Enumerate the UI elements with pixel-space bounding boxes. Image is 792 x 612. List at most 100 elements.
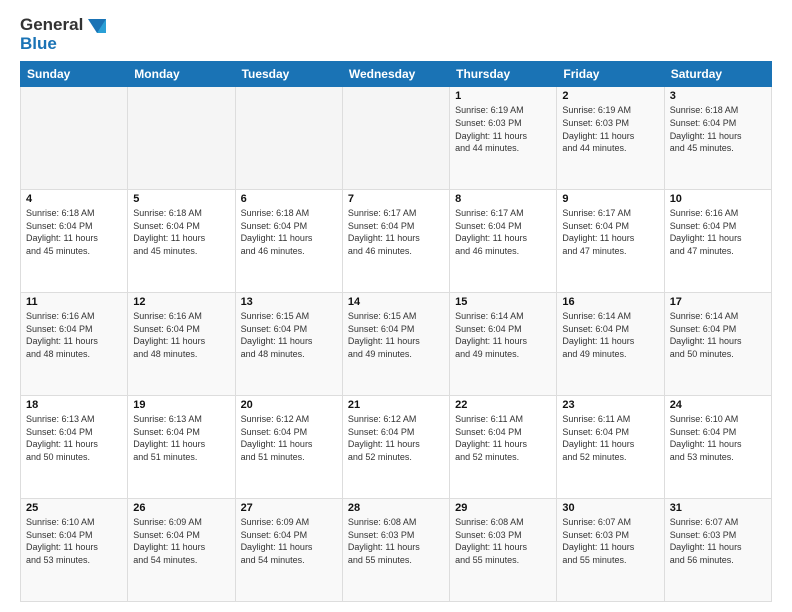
day-info: Sunrise: 6:09 AMSunset: 6:04 PMDaylight:… xyxy=(241,516,337,566)
day-number: 22 xyxy=(455,399,551,411)
weekday-header-row: SundayMondayTuesdayWednesdayThursdayFrid… xyxy=(21,62,772,87)
day-cell: 21 Sunrise: 6:12 AMSunset: 6:04 PMDayligh… xyxy=(342,396,449,499)
day-cell: 16Sunrise: 6:14 AMSunset: 6:04 PMDayligh… xyxy=(557,293,664,396)
day-info: Sunrise: 6:14 AMSunset: 6:04 PMDaylight:… xyxy=(455,310,551,360)
day-number: 18 xyxy=(26,399,122,411)
day-info: Sunrise: 6:08 AMSunset: 6:03 PMDaylight:… xyxy=(455,516,551,566)
day-info: Sunrise: 6:15 AMSunset: 6:04 PMDaylight:… xyxy=(241,310,337,360)
day-info: Sunrise: 6:12 AMSunset: 6:04 PMDaylight:… xyxy=(348,413,444,463)
day-cell: 2Sunrise: 6:19 AMSunset: 6:03 PMDaylight… xyxy=(557,87,664,190)
day-number: 26 xyxy=(133,502,229,514)
day-cell: 22 Sunrise: 6:11 AMSunset: 6:04 PMDayligh… xyxy=(450,396,557,499)
week-row-1: 4 Sunrise: 6:18 AMSunset: 6:04 PMDaylight… xyxy=(21,190,772,293)
day-number: 10 xyxy=(670,193,766,205)
day-cell: 6 Sunrise: 6:18 AMSunset: 6:04 PMDaylight… xyxy=(235,190,342,293)
header: General Blue xyxy=(20,16,772,53)
day-cell: 25 Sunrise: 6:10 AMSunset: 6:04 PMDayligh… xyxy=(21,499,128,602)
day-number: 3 xyxy=(670,90,766,102)
day-info: Sunrise: 6:10 AMSunset: 6:04 PMDaylight:… xyxy=(26,516,122,566)
weekday-header-friday: Friday xyxy=(557,62,664,87)
day-number: 20 xyxy=(241,399,337,411)
day-info: Sunrise: 6:08 AMSunset: 6:03 PMDaylight:… xyxy=(348,516,444,566)
day-number: 4 xyxy=(26,193,122,205)
day-info: Sunrise: 6:17 AMSunset: 6:04 PMDaylight:… xyxy=(455,207,551,257)
calendar-table: SundayMondayTuesdayWednesdayThursdayFrid… xyxy=(20,61,772,602)
day-info: Sunrise: 6:16 AMSunset: 6:04 PMDaylight:… xyxy=(26,310,122,360)
day-info: Sunrise: 6:16 AMSunset: 6:04 PMDaylight:… xyxy=(670,207,766,257)
day-cell xyxy=(21,87,128,190)
day-info: Sunrise: 6:19 AMSunset: 6:03 PMDaylight:… xyxy=(455,104,551,154)
week-row-2: 11Sunrise: 6:16 AMSunset: 6:04 PMDayligh… xyxy=(21,293,772,396)
day-cell: 30Sunrise: 6:07 AMSunset: 6:03 PMDayligh… xyxy=(557,499,664,602)
day-number: 8 xyxy=(455,193,551,205)
weekday-header-sunday: Sunday xyxy=(21,62,128,87)
day-number: 17 xyxy=(670,296,766,308)
day-number: 23 xyxy=(562,399,658,411)
day-info: Sunrise: 6:07 AMSunset: 6:03 PMDaylight:… xyxy=(562,516,658,566)
day-cell: 14 Sunrise: 6:15 AMSunset: 6:04 PMDayligh… xyxy=(342,293,449,396)
week-row-0: 1 Sunrise: 6:19 AMSunset: 6:03 PMDaylight… xyxy=(21,87,772,190)
day-number: 6 xyxy=(241,193,337,205)
day-info: Sunrise: 6:11 AMSunset: 6:04 PMDaylight:… xyxy=(455,413,551,463)
weekday-header-saturday: Saturday xyxy=(664,62,771,87)
day-info: Sunrise: 6:14 AMSunset: 6:04 PMDaylight:… xyxy=(670,310,766,360)
day-cell: 15 Sunrise: 6:14 AMSunset: 6:04 PMDayligh… xyxy=(450,293,557,396)
day-cell: 9Sunrise: 6:17 AMSunset: 6:04 PMDaylight… xyxy=(557,190,664,293)
day-info: Sunrise: 6:14 AMSunset: 6:04 PMDaylight:… xyxy=(562,310,658,360)
day-cell: 12Sunrise: 6:16 AMSunset: 6:04 PMDayligh… xyxy=(128,293,235,396)
day-info: Sunrise: 6:10 AMSunset: 6:04 PMDaylight:… xyxy=(670,413,766,463)
day-info: Sunrise: 6:18 AMSunset: 6:04 PMDaylight:… xyxy=(670,104,766,154)
day-number: 1 xyxy=(455,90,551,102)
day-cell xyxy=(342,87,449,190)
logo-text: General Blue xyxy=(20,16,106,53)
day-cell: 31Sunrise: 6:07 AMSunset: 6:03 PMDayligh… xyxy=(664,499,771,602)
day-number: 13 xyxy=(241,296,337,308)
day-number: 5 xyxy=(133,193,229,205)
week-row-3: 18 Sunrise: 6:13 AMSunset: 6:04 PMDayligh… xyxy=(21,396,772,499)
day-cell: 11Sunrise: 6:16 AMSunset: 6:04 PMDayligh… xyxy=(21,293,128,396)
day-number: 2 xyxy=(562,90,658,102)
week-row-4: 25 Sunrise: 6:10 AMSunset: 6:04 PMDayligh… xyxy=(21,499,772,602)
day-cell: 13 Sunrise: 6:15 AMSunset: 6:04 PMDayligh… xyxy=(235,293,342,396)
weekday-header-monday: Monday xyxy=(128,62,235,87)
weekday-header-wednesday: Wednesday xyxy=(342,62,449,87)
day-number: 29 xyxy=(455,502,551,514)
day-cell: 17 Sunrise: 6:14 AMSunset: 6:04 PMDayligh… xyxy=(664,293,771,396)
day-cell: 3 Sunrise: 6:18 AMSunset: 6:04 PMDaylight… xyxy=(664,87,771,190)
day-cell xyxy=(235,87,342,190)
day-number: 15 xyxy=(455,296,551,308)
day-info: Sunrise: 6:11 AMSunset: 6:04 PMDaylight:… xyxy=(562,413,658,463)
day-cell: 28Sunrise: 6:08 AMSunset: 6:03 PMDayligh… xyxy=(342,499,449,602)
day-info: Sunrise: 6:13 AMSunset: 6:04 PMDaylight:… xyxy=(26,413,122,463)
day-cell: 23 Sunrise: 6:11 AMSunset: 6:04 PMDayligh… xyxy=(557,396,664,499)
day-number: 25 xyxy=(26,502,122,514)
day-info: Sunrise: 6:18 AMSunset: 6:04 PMDaylight:… xyxy=(241,207,337,257)
day-number: 21 xyxy=(348,399,444,411)
day-number: 14 xyxy=(348,296,444,308)
day-info: Sunrise: 6:12 AMSunset: 6:04 PMDaylight:… xyxy=(241,413,337,463)
day-cell: 27 Sunrise: 6:09 AMSunset: 6:04 PMDayligh… xyxy=(235,499,342,602)
day-cell: 8 Sunrise: 6:17 AMSunset: 6:04 PMDaylight… xyxy=(450,190,557,293)
day-cell: 29 Sunrise: 6:08 AMSunset: 6:03 PMDayligh… xyxy=(450,499,557,602)
day-cell: 20 Sunrise: 6:12 AMSunset: 6:04 PMDayligh… xyxy=(235,396,342,499)
day-info: Sunrise: 6:18 AMSunset: 6:04 PMDaylight:… xyxy=(133,207,229,257)
day-info: Sunrise: 6:13 AMSunset: 6:04 PMDaylight:… xyxy=(133,413,229,463)
day-cell: 19Sunrise: 6:13 AMSunset: 6:04 PMDayligh… xyxy=(128,396,235,499)
day-info: Sunrise: 6:17 AMSunset: 6:04 PMDaylight:… xyxy=(562,207,658,257)
weekday-header-thursday: Thursday xyxy=(450,62,557,87)
day-cell: 4 Sunrise: 6:18 AMSunset: 6:04 PMDaylight… xyxy=(21,190,128,293)
day-cell: 26 Sunrise: 6:09 AMSunset: 6:04 PMDayligh… xyxy=(128,499,235,602)
day-cell: 18 Sunrise: 6:13 AMSunset: 6:04 PMDayligh… xyxy=(21,396,128,499)
day-number: 7 xyxy=(348,193,444,205)
day-cell: 24 Sunrise: 6:10 AMSunset: 6:04 PMDayligh… xyxy=(664,396,771,499)
day-info: Sunrise: 6:18 AMSunset: 6:04 PMDaylight:… xyxy=(26,207,122,257)
weekday-header-tuesday: Tuesday xyxy=(235,62,342,87)
day-number: 24 xyxy=(670,399,766,411)
day-cell: 1 Sunrise: 6:19 AMSunset: 6:03 PMDaylight… xyxy=(450,87,557,190)
day-info: Sunrise: 6:07 AMSunset: 6:03 PMDaylight:… xyxy=(670,516,766,566)
day-info: Sunrise: 6:15 AMSunset: 6:04 PMDaylight:… xyxy=(348,310,444,360)
day-number: 12 xyxy=(133,296,229,308)
day-info: Sunrise: 6:09 AMSunset: 6:04 PMDaylight:… xyxy=(133,516,229,566)
day-number: 27 xyxy=(241,502,337,514)
day-cell: 10 Sunrise: 6:16 AMSunset: 6:04 PMDayligh… xyxy=(664,190,771,293)
